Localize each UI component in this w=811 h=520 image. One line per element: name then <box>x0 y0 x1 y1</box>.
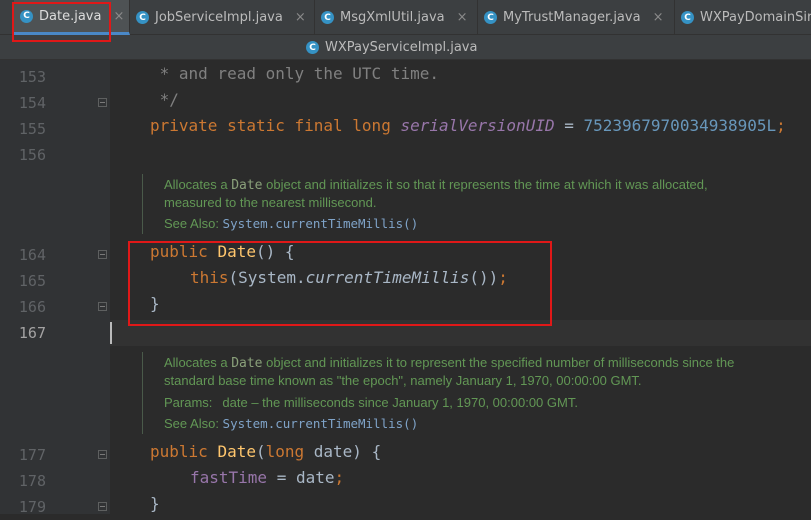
code-line-153: * and read only the UTC time. <box>150 64 439 83</box>
java-class-icon: C <box>306 41 319 54</box>
code-text: ()) <box>469 268 499 287</box>
doc-text: object and initializes it to represent t… <box>262 355 735 370</box>
operator: = <box>554 116 584 135</box>
fold-marker-icon[interactable] <box>98 98 107 107</box>
tab-label: WXPayServiceImpl.java <box>325 40 478 55</box>
java-class-icon: C <box>20 9 33 23</box>
doc-code: Date <box>231 356 263 371</box>
semicolon: ; <box>498 268 508 287</box>
tab-wxpaydomain-java[interactable]: C WXPayDomainSir <box>675 0 811 35</box>
text-caret <box>110 322 112 344</box>
doc-code: Date <box>231 178 263 193</box>
tab-label: WXPayDomainSir <box>700 10 811 25</box>
code-text: ( <box>255 442 266 461</box>
line-number: 165 <box>18 272 46 290</box>
tab-label: MsgXmlUtil.java <box>340 10 445 25</box>
javadoc-line: Allocates a Date object and initializes … <box>164 176 708 194</box>
close-icon[interactable]: × <box>113 9 124 24</box>
javadoc-see-also: See Also: System.currentTimeMillis() <box>164 415 418 433</box>
fold-marker-icon[interactable] <box>98 502 107 511</box>
keyword: public <box>150 442 218 461</box>
tab-label: JobServiceImpl.java <box>155 10 283 25</box>
javadoc-see-also: See Also: System.currentTimeMillis() <box>164 215 418 233</box>
tab-jobserviceimpl-java[interactable]: C JobServiceImpl.java × <box>130 0 315 35</box>
semicolon: ; <box>776 116 786 135</box>
fold-marker-icon[interactable] <box>98 450 107 459</box>
line-number: 164 <box>18 246 46 264</box>
tab-date-java[interactable]: C Date.java × <box>14 0 130 35</box>
code-line-154: */ <box>150 90 179 109</box>
doc-text: Allocates a <box>164 177 232 192</box>
java-class-icon: C <box>321 11 334 24</box>
code-line-177: public Date(long date) { <box>150 442 381 468</box>
code-line-178: fastTime = date; <box>190 468 344 494</box>
keyword: long <box>265 442 305 461</box>
tab-label: Date.java <box>39 8 102 24</box>
code-line-179: } <box>150 494 160 513</box>
close-icon[interactable]: × <box>653 10 664 25</box>
params-label: Params: <box>164 395 213 410</box>
code-line-155: private static final long serialVersionU… <box>150 116 786 142</box>
close-icon[interactable]: × <box>457 10 468 25</box>
editor-tab-bar: C Date.java × C JobServiceImpl.java × C … <box>0 0 811 35</box>
doc-text: Allocates a <box>164 355 232 370</box>
keyword: private static final long <box>150 116 401 135</box>
line-number: 153 <box>18 68 46 86</box>
line-number: 156 <box>18 146 46 164</box>
tab-label: MyTrustManager.java <box>503 10 641 25</box>
method-call: currentTimeMillis <box>305 268 470 287</box>
line-number: 178 <box>18 472 46 490</box>
close-icon[interactable]: × <box>295 10 306 25</box>
current-line-highlight <box>110 320 811 346</box>
see-also-link[interactable]: System.currentTimeMillis() <box>223 216 419 231</box>
editor-tab-bar-row2: C WXPayServiceImpl.java <box>0 35 811 60</box>
code-line-165: this(System.currentTimeMillis()); <box>190 268 508 294</box>
doc-text: object and initializes it so that it rep… <box>262 177 708 192</box>
method-name: Date <box>217 442 256 461</box>
code-text: () { <box>255 242 295 261</box>
field-name: serialVersionUID <box>400 116 555 135</box>
code-line-164: public Date() { <box>150 242 295 268</box>
line-number: 166 <box>18 298 46 316</box>
javadoc-block-constructor: Allocates a Date object and initializes … <box>142 174 811 234</box>
code-text: = date <box>267 468 335 487</box>
field-name: fastTime <box>190 468 268 487</box>
line-number-current: 167 <box>18 324 46 342</box>
method-name: Date <box>217 242 256 261</box>
code-text: (System. <box>228 268 306 287</box>
fold-marker-icon[interactable] <box>98 250 107 259</box>
see-also-label: See Also: <box>164 216 223 231</box>
java-class-icon: C <box>681 11 694 24</box>
javadoc-block-constructor-long: Allocates a Date object and initializes … <box>142 352 811 434</box>
javadoc-line: Allocates a Date object and initializes … <box>164 354 734 372</box>
keyword: this <box>190 268 229 287</box>
line-number: 155 <box>18 120 46 138</box>
javadoc-line: standard base time known as "the epoch",… <box>164 373 642 388</box>
line-number: 154 <box>18 94 46 112</box>
params-text: date – the milliseconds since January 1,… <box>222 395 578 410</box>
see-also-label: See Also: <box>164 416 223 431</box>
java-class-icon: C <box>484 11 497 24</box>
semicolon: ; <box>334 468 345 487</box>
keyword: public <box>150 242 218 261</box>
see-also-link[interactable]: System.currentTimeMillis() <box>223 416 419 431</box>
line-number: 179 <box>18 498 46 516</box>
javadoc-params: Params: date – the milliseconds since Jan… <box>164 394 578 412</box>
tab-mytrustmanager-java[interactable]: C MyTrustManager.java × <box>478 0 675 35</box>
code-line-166: } <box>150 294 160 313</box>
java-class-icon: C <box>136 11 149 24</box>
javadoc-line: measured to the nearest millisecond. <box>164 195 377 210</box>
line-number: 177 <box>18 446 46 464</box>
tab-msgxmlutil-java[interactable]: C MsgXmlUtil.java × <box>315 0 478 35</box>
tab-wxpayserviceimpl-java[interactable]: C WXPayServiceImpl.java <box>300 35 477 60</box>
number-literal: 7523967970034938905L <box>583 116 777 135</box>
fold-marker-icon[interactable] <box>98 302 107 311</box>
code-text: date) { <box>304 442 382 461</box>
